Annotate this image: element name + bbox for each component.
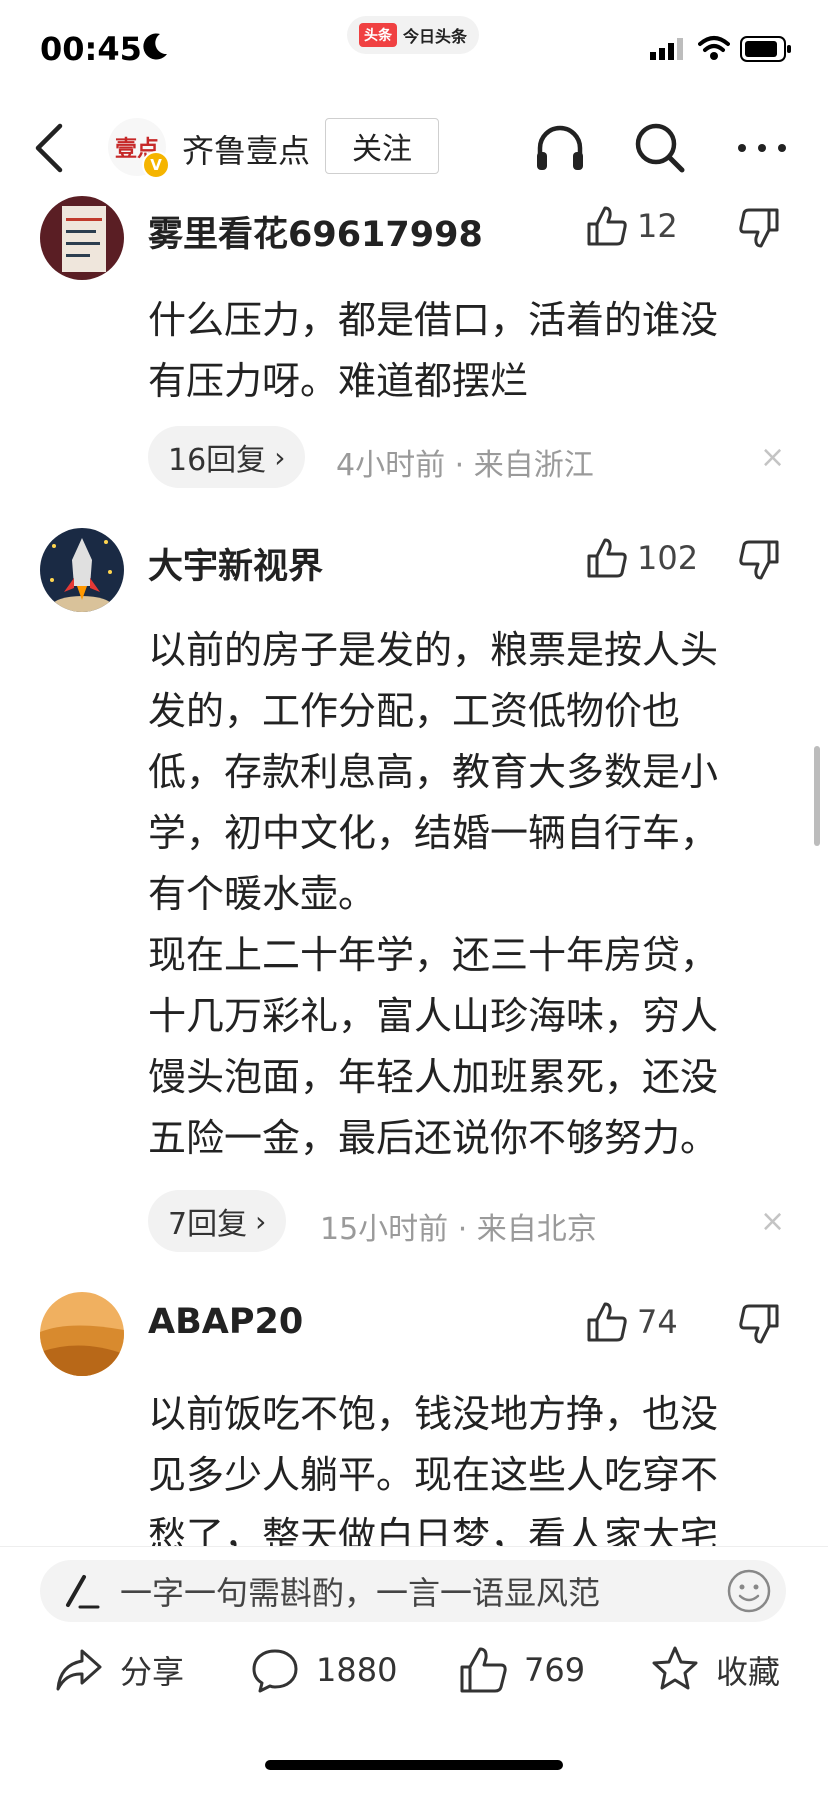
pen-icon	[66, 1575, 100, 1609]
comment-count-button[interactable]: 1880	[248, 1640, 397, 1700]
app-badge: 头条	[358, 23, 397, 47]
comment-icon	[252, 1649, 298, 1693]
like-count: 769	[524, 1651, 586, 1689]
avatar-image	[40, 528, 124, 612]
comment-username[interactable]: 雾里看花69617998	[148, 206, 483, 257]
meta-separator: ·	[448, 1212, 477, 1247]
like-count: 74	[637, 1303, 678, 1341]
avatar-image	[40, 196, 124, 280]
comment-username[interactable]: 大宇新视界	[148, 538, 323, 589]
comment-meta: 4小时前 · 来自浙江	[336, 440, 594, 484]
thumbs-down-icon[interactable]	[737, 1302, 781, 1346]
comment-line: 以前饭吃不饱，钱没地方挣，也没	[148, 1392, 719, 1436]
wifi-icon	[698, 36, 730, 60]
like-button[interactable]: 769	[456, 1640, 585, 1700]
comment-line: 馒头泡面，年轻人加班累死，还没	[148, 1055, 719, 1099]
more-icon[interactable]	[732, 118, 792, 178]
chevron-right-icon: ›	[255, 1204, 267, 1238]
comment-line: 五险一金，最后还说你不够努力。	[148, 1116, 719, 1160]
avatar[interactable]	[40, 196, 124, 280]
replies-count: 7回复	[168, 1207, 248, 1242]
comment-line: 以前的房子是发的，粮票是按人头	[148, 628, 719, 672]
emoji-icon[interactable]	[726, 1568, 772, 1614]
avatar-image	[40, 1292, 124, 1376]
share-button[interactable]: 分享	[52, 1640, 184, 1700]
comment-line: 有压力呀。难道都摆烂	[148, 359, 529, 403]
comment-location: 来自浙江	[473, 448, 594, 483]
share-label: 分享	[120, 1653, 185, 1691]
verified-badge: V	[142, 151, 170, 179]
replies-button[interactable]: 16回复 ›	[148, 426, 306, 488]
comment-time: 15小时前	[320, 1212, 449, 1247]
comment-location: 来自北京	[476, 1212, 597, 1247]
comment-line: 学，初中文化，结婚一辆自行车，	[148, 811, 719, 855]
like-count: 12	[637, 207, 678, 245]
headphones-icon[interactable]	[530, 118, 590, 178]
comment-line: 发的，工作分配，工资低物价也	[148, 689, 681, 733]
source-name[interactable]: 齐鲁壹点	[182, 126, 310, 172]
scroll-indicator[interactable]	[814, 746, 820, 846]
status-time: 00:45	[40, 30, 142, 68]
comment-line: 什么压力，都是借口，活着的谁没	[148, 298, 719, 342]
comment-like-button[interactable]: 12	[585, 204, 678, 248]
search-icon[interactable]	[630, 118, 690, 178]
comment-line: 现在上二十年学，还三十年房贷，	[148, 933, 719, 977]
comment-like-button[interactable]: 102	[585, 536, 698, 580]
battery-icon	[740, 36, 791, 62]
thumbs-up-icon	[460, 1647, 507, 1693]
meta-separator: ·	[445, 448, 474, 483]
thumbs-up-icon	[587, 206, 627, 246]
comment-text: 什么压力，都是借口，活着的谁没 有压力呀。难道都摆烂	[148, 290, 788, 412]
input-placeholder: 一字一句需斟酌，一言一语显风范	[120, 1574, 601, 1612]
back-icon[interactable]	[30, 120, 70, 176]
thumbs-up-icon	[587, 538, 627, 578]
comment-line: 见多少人躺平。现在这些人吃穿不	[148, 1453, 719, 1497]
close-icon[interactable]: ×	[760, 440, 785, 475]
app-indicator: 头条 今日头条	[347, 16, 479, 54]
comment-meta: 15小时前 · 来自北京	[320, 1204, 597, 1248]
app-name: 今日头条	[402, 27, 467, 46]
replies-count: 16回复	[168, 443, 267, 478]
comment-line: 十几万彩礼，富人山珍海味，穷人	[148, 994, 719, 1038]
signal-icon	[650, 38, 683, 60]
avatar[interactable]	[40, 528, 124, 612]
comment-text: 以前的房子是发的，粮票是按人头 发的，工作分配，工资低物价也 低，存款利息高，教…	[148, 620, 788, 1169]
comment-count: 1880	[316, 1651, 398, 1689]
follow-button[interactable]: 关注	[325, 118, 439, 174]
comment-username[interactable]: ABAP20	[148, 1302, 303, 1342]
comment-input[interactable]: 一字一句需斟酌，一言一语显风范	[40, 1560, 786, 1622]
home-indicator[interactable]	[265, 1760, 563, 1770]
comment-text: 以前饭吃不饱，钱没地方挣，也没 见多少人躺平。现在这些人吃穿不 愁了，整天做白日…	[148, 1384, 788, 1567]
star-icon	[652, 1646, 698, 1690]
share-icon	[56, 1649, 102, 1691]
like-count: 102	[637, 539, 699, 577]
comment-time: 4小时前	[336, 448, 446, 483]
replies-button[interactable]: 7回复 ›	[148, 1190, 287, 1252]
comment-line: 低，存款利息高，教育大多数是小	[148, 750, 719, 794]
favorite-label: 收藏	[716, 1653, 781, 1691]
thumbs-down-icon[interactable]	[737, 206, 781, 250]
thumbs-down-icon[interactable]	[737, 538, 781, 582]
moon-icon	[143, 33, 167, 60]
chevron-right-icon: ›	[274, 440, 286, 474]
comment-line: 有个暖水壶。	[148, 872, 377, 916]
avatar[interactable]	[40, 1292, 124, 1376]
comment-like-button[interactable]: 74	[585, 1300, 678, 1344]
thumbs-up-icon	[587, 1302, 627, 1342]
favorite-button[interactable]: 收藏	[648, 1640, 780, 1700]
close-icon[interactable]: ×	[760, 1204, 785, 1239]
